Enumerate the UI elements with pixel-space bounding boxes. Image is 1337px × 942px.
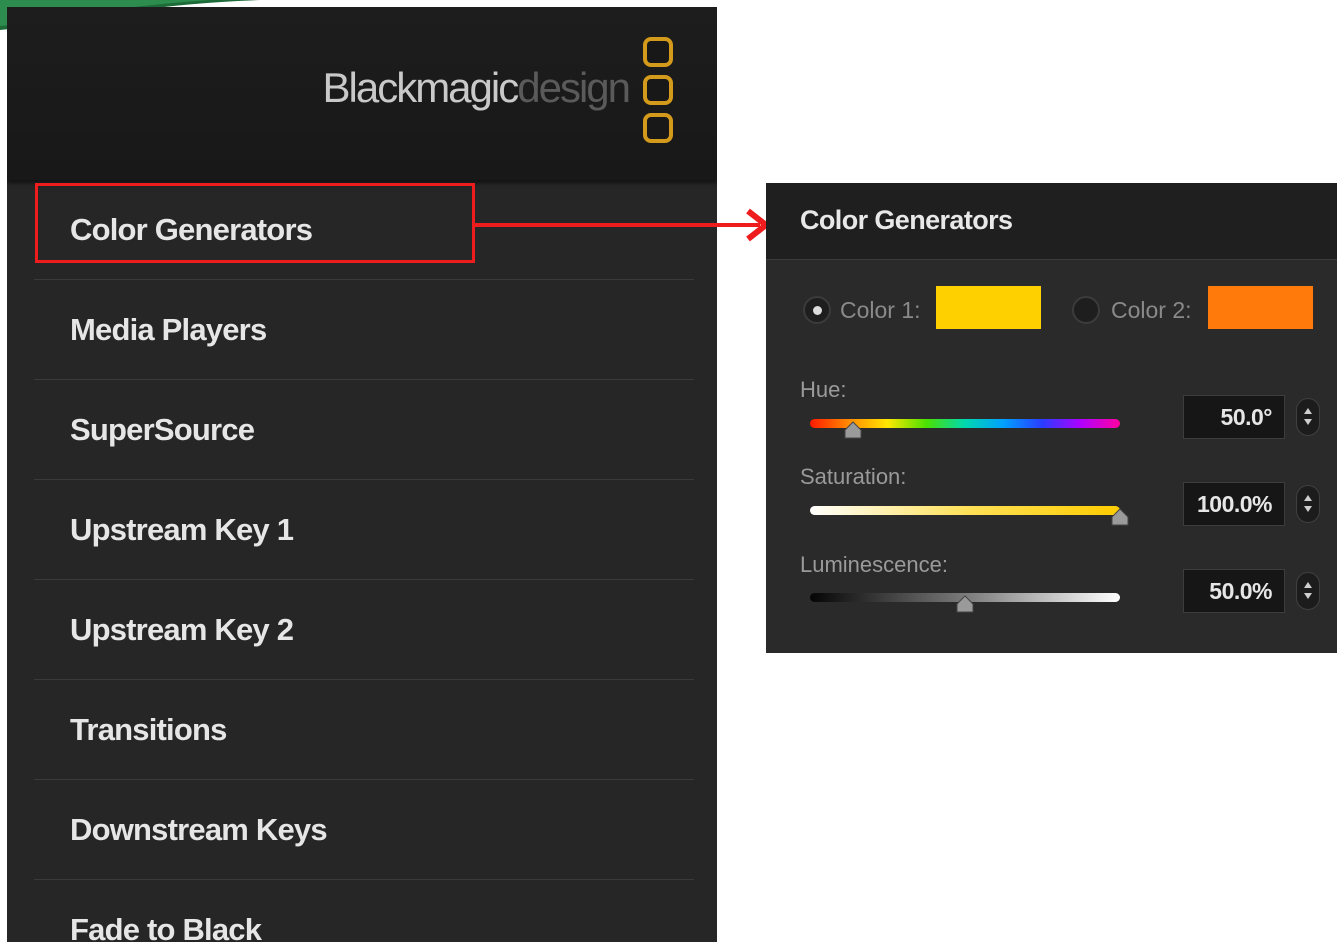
brand-wordmark: Blackmagicdesign [322,64,631,111]
sidebar-item-label: Media Players [70,312,267,347]
sidebar-item-label: Upstream Key 2 [70,612,294,647]
arrow-right-icon [475,208,771,242]
sidebar-item-downstream-keys[interactable]: Downstream Keys [34,780,694,880]
color2-radio[interactable] [1072,296,1100,324]
hue-stepper[interactable] [1296,398,1320,436]
sidebar-item-label: Fade to Black [70,912,262,942]
hue-label: Hue: [800,377,847,402]
stepper-up-icon [1304,408,1312,414]
stepper-up-icon [1304,495,1312,501]
luminescence-stepper[interactable] [1296,572,1320,610]
saturation-stepper[interactable] [1296,485,1320,523]
brand-logo-icon [643,37,677,147]
radio-selected-dot [813,306,822,315]
sidebar-menu: Color Generators Media Players SuperSour… [34,180,694,942]
sidebar-item-label: Downstream Keys [70,812,328,847]
luminescence-slider-thumb[interactable] [955,595,975,613]
saturation-label: Saturation: [800,464,907,489]
sidebar-item-fade-to-black[interactable]: Fade to Black [34,880,694,942]
panel-header: Color Generators [766,183,1337,260]
color1-swatch[interactable] [936,286,1041,329]
highlight-box [35,183,475,263]
stepper-up-icon [1304,582,1312,588]
color2-label: Color 2: [1111,297,1192,323]
hue-slider-thumb[interactable] [843,421,863,439]
stepper-down-icon [1304,593,1312,599]
saturation-value-field[interactable]: 100.0% [1183,482,1285,526]
sidebar-item-transitions[interactable]: Transitions [34,680,694,780]
saturation-slider-track[interactable] [810,506,1120,515]
panel-title: Color Generators [800,205,1013,235]
sidebar-item-label: Upstream Key 1 [70,512,294,547]
color-generators-panel: Color Generators Color 1: Color 2: Hue: … [766,183,1337,653]
stepper-down-icon [1304,419,1312,425]
sidebar-item-label: SuperSource [70,412,255,447]
stepper-down-icon [1304,506,1312,512]
sidebar-item-media-players[interactable]: Media Players [34,280,694,380]
sidebar: Blackmagicdesign Color Generators Media … [7,7,717,942]
sidebar-item-supersource[interactable]: SuperSource [34,380,694,480]
sidebar-item-label: Transitions [70,712,227,747]
hue-value-field[interactable]: 50.0° [1183,395,1285,439]
luminescence-label: Luminescence: [800,552,948,577]
saturation-slider-thumb[interactable] [1110,508,1130,526]
brand-name-secondary: design [517,64,631,111]
color1-radio[interactable] [803,296,831,324]
brand-name-primary: Blackmagic [322,64,519,111]
sidebar-item-upstream-key-2[interactable]: Upstream Key 2 [34,580,694,680]
sidebar-item-upstream-key-1[interactable]: Upstream Key 1 [34,480,694,580]
luminescence-value-field[interactable]: 50.0% [1183,569,1285,613]
color1-label: Color 1: [840,297,921,323]
color2-swatch[interactable] [1208,286,1313,329]
sidebar-header: Blackmagicdesign [7,7,717,180]
